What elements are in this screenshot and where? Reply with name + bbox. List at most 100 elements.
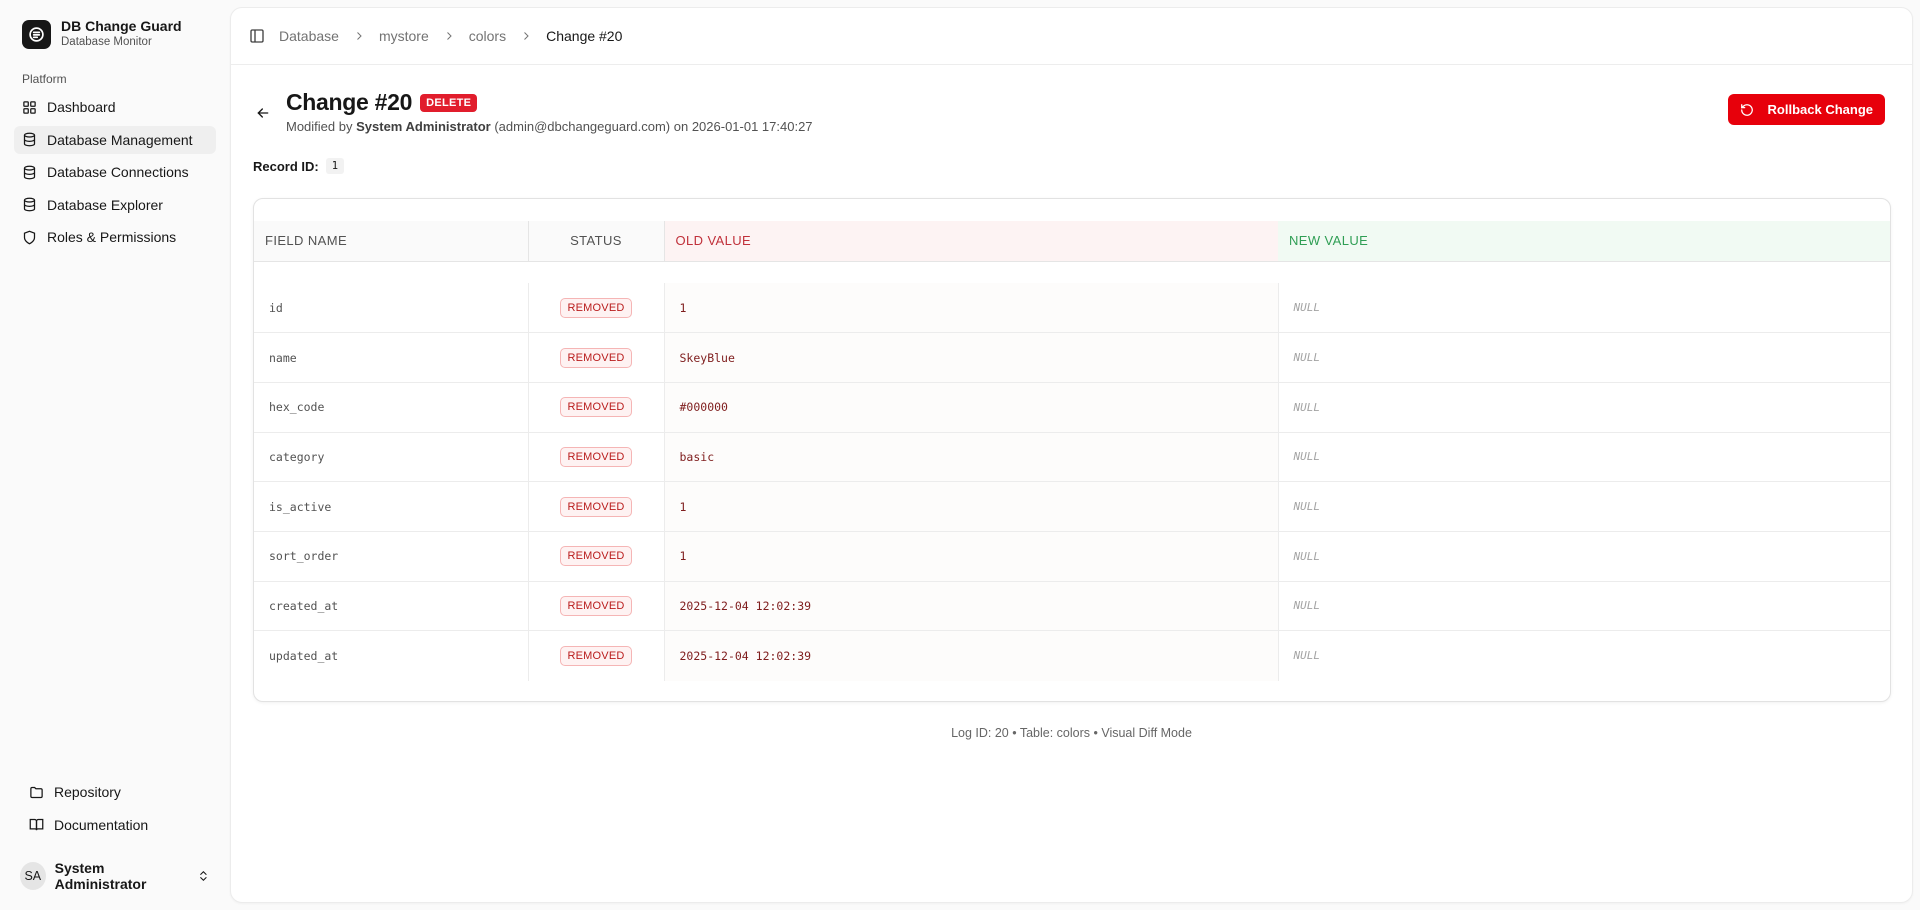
rollback-change-button[interactable]: Rollback Change [1727,94,1885,125]
status-cell: REMOVED [528,332,665,383]
sidebar-item-label: Database Connections [47,164,189,180]
status-badge: REMOVED [560,297,632,318]
brand-subtitle: Database Monitor [61,36,152,48]
footer-note: Log ID: 20 • Table: colors • Visual Diff… [951,726,1192,740]
page-title: Change #20 [286,89,413,115]
sidebar-item-label: Database Explorer [47,196,163,213]
table-row: is_active REMOVED 1 NULL [254,481,1890,532]
field-name-cell: hex_code [254,382,529,433]
back-arrow-icon[interactable] [255,105,271,121]
new-value-cell: NULL [1278,481,1890,532]
new-value-cell: NULL [1278,382,1890,433]
old-value-cell: basic [664,432,1279,483]
sidebar-item-repository[interactable]: Repository [22,778,212,806]
table-header-row: FIELD NAME STATUS OLD VALUE NEW VALUE [254,221,1890,262]
avatar: SA [20,862,46,890]
grid-icon [23,100,36,114]
sidebar-toggle-icon[interactable] [249,28,265,44]
sidebar-item-label: Documentation [54,816,149,833]
sidebar-item-database-explorer[interactable]: Database Explorer [14,191,216,219]
status-cell: REMOVED [528,382,665,433]
status-badge: REMOVED [560,496,632,517]
folder-icon [30,786,43,798]
chevron-right-icon [446,32,452,40]
status-badge: REMOVED [560,645,632,666]
new-value-cell: NULL [1278,332,1890,383]
status-cell: REMOVED [528,581,665,632]
status-badge: REMOVED [560,347,632,368]
brand[interactable]: DB Change Guard Database Monitor [22,18,182,50]
old-value-cell: 2025-12-04 12:02:39 [664,630,1279,681]
database-icon [23,132,36,147]
chevrons-up-down-icon [200,870,207,882]
sidebar-item-roles-permissions[interactable]: Roles & Permissions [14,223,216,251]
user-name: System Administrator [54,860,147,892]
sidebar-item-label: Repository [54,784,121,800]
new-value-cell: NULL [1278,531,1890,582]
old-value-cell: 2025-12-04 12:02:39 [664,581,1279,632]
table-row: category REMOVED basic NULL [254,432,1890,483]
table-row: sort_order REMOVED 1 NULL [254,531,1890,582]
rollback-label: Rollback Change [1767,102,1873,117]
status-cell: REMOVED [528,283,665,334]
meta-prefix: Modified by [286,119,353,134]
status-badge: REMOVED [560,546,632,567]
field-name-cell: is_active [254,481,529,532]
column-header-field: FIELD NAME [254,221,529,262]
column-header-status: STATUS [528,221,665,262]
breadcrumb-database[interactable]: Database [279,28,339,44]
old-value-cell: #000000 [664,382,1279,433]
rotate-ccw-icon [1740,103,1753,116]
record-id-label: Record ID: [253,158,319,174]
app-logo-icon [22,19,51,49]
status-badge: REMOVED [560,595,632,616]
table-row: created_at REMOVED 2025-12-04 12:02:39 NULL [254,581,1890,632]
breadcrumb-current: Change #20 [546,28,623,44]
old-value-cell: 1 [664,531,1279,582]
status-cell: REMOVED [528,531,665,582]
meta-suffix: (admin@dbchangeguard.com) on 2026-01-01 … [494,119,813,134]
old-value-cell: SkeyBlue [664,332,1279,383]
main-panel: Database mystore colors Change #20 Chang… [230,7,1913,903]
breadcrumb-colors[interactable]: colors [469,28,506,44]
nav-group-label: Platform [22,72,67,86]
change-meta: Modified by System Administrator (admin@… [286,119,813,134]
sidebar-nav: Dashboard Database Management Database C… [14,93,216,256]
chevron-right-icon [524,32,529,40]
table-row: name REMOVED SkeyBlue NULL [254,332,1890,383]
status-cell: REMOVED [528,630,665,681]
breadcrumb: Database mystore colors Change #20 [279,28,622,44]
record-id: Record ID: 1 [253,158,345,174]
status-badge: REMOVED [560,446,632,467]
table-row: updated_at REMOVED 2025-12-04 12:02:39 NULL [254,630,1890,681]
status-cell: REMOVED [528,481,665,532]
sidebar-item-label: Database Management [47,131,193,148]
sidebar-secondary-nav: Repository Documentation [22,778,212,843]
database-icon [23,165,36,179]
table-row: id REMOVED 1 NULL [254,283,1890,334]
sidebar-item-database-connections[interactable]: Database Connections [14,158,216,186]
field-name-cell: name [254,332,529,383]
book-icon [29,818,44,831]
meta-user: System Administrator [356,119,491,134]
sidebar: DB Change Guard Database Monitor Platfor… [0,0,229,910]
field-name-cell: sort_order [254,531,529,582]
sidebar-item-dashboard[interactable]: Dashboard [14,93,216,121]
new-value-cell: NULL [1278,581,1890,632]
sidebar-item-documentation[interactable]: Documentation [22,811,212,839]
column-header-old-value: OLD VALUE [664,221,1278,262]
operation-badge: DELETE [420,93,478,112]
user-menu[interactable]: SA System Administrator [20,860,210,892]
old-value-cell: 1 [664,481,1279,532]
sidebar-item-database-management[interactable]: Database Management [14,125,216,154]
old-value-cell: 1 [664,283,1279,334]
shield-icon [23,230,36,244]
table-row: hex_code REMOVED #000000 NULL [254,382,1890,433]
column-header-new-value: NEW VALUE [1278,221,1890,262]
field-name-cell: updated_at [254,630,529,681]
sidebar-item-label: Roles & Permissions [47,229,177,245]
new-value-cell: NULL [1278,283,1890,334]
diff-table: FIELD NAME STATUS OLD VALUE NEW VALUE id… [254,221,1890,681]
new-value-cell: NULL [1278,432,1890,483]
breadcrumb-mystore[interactable]: mystore [379,28,429,44]
